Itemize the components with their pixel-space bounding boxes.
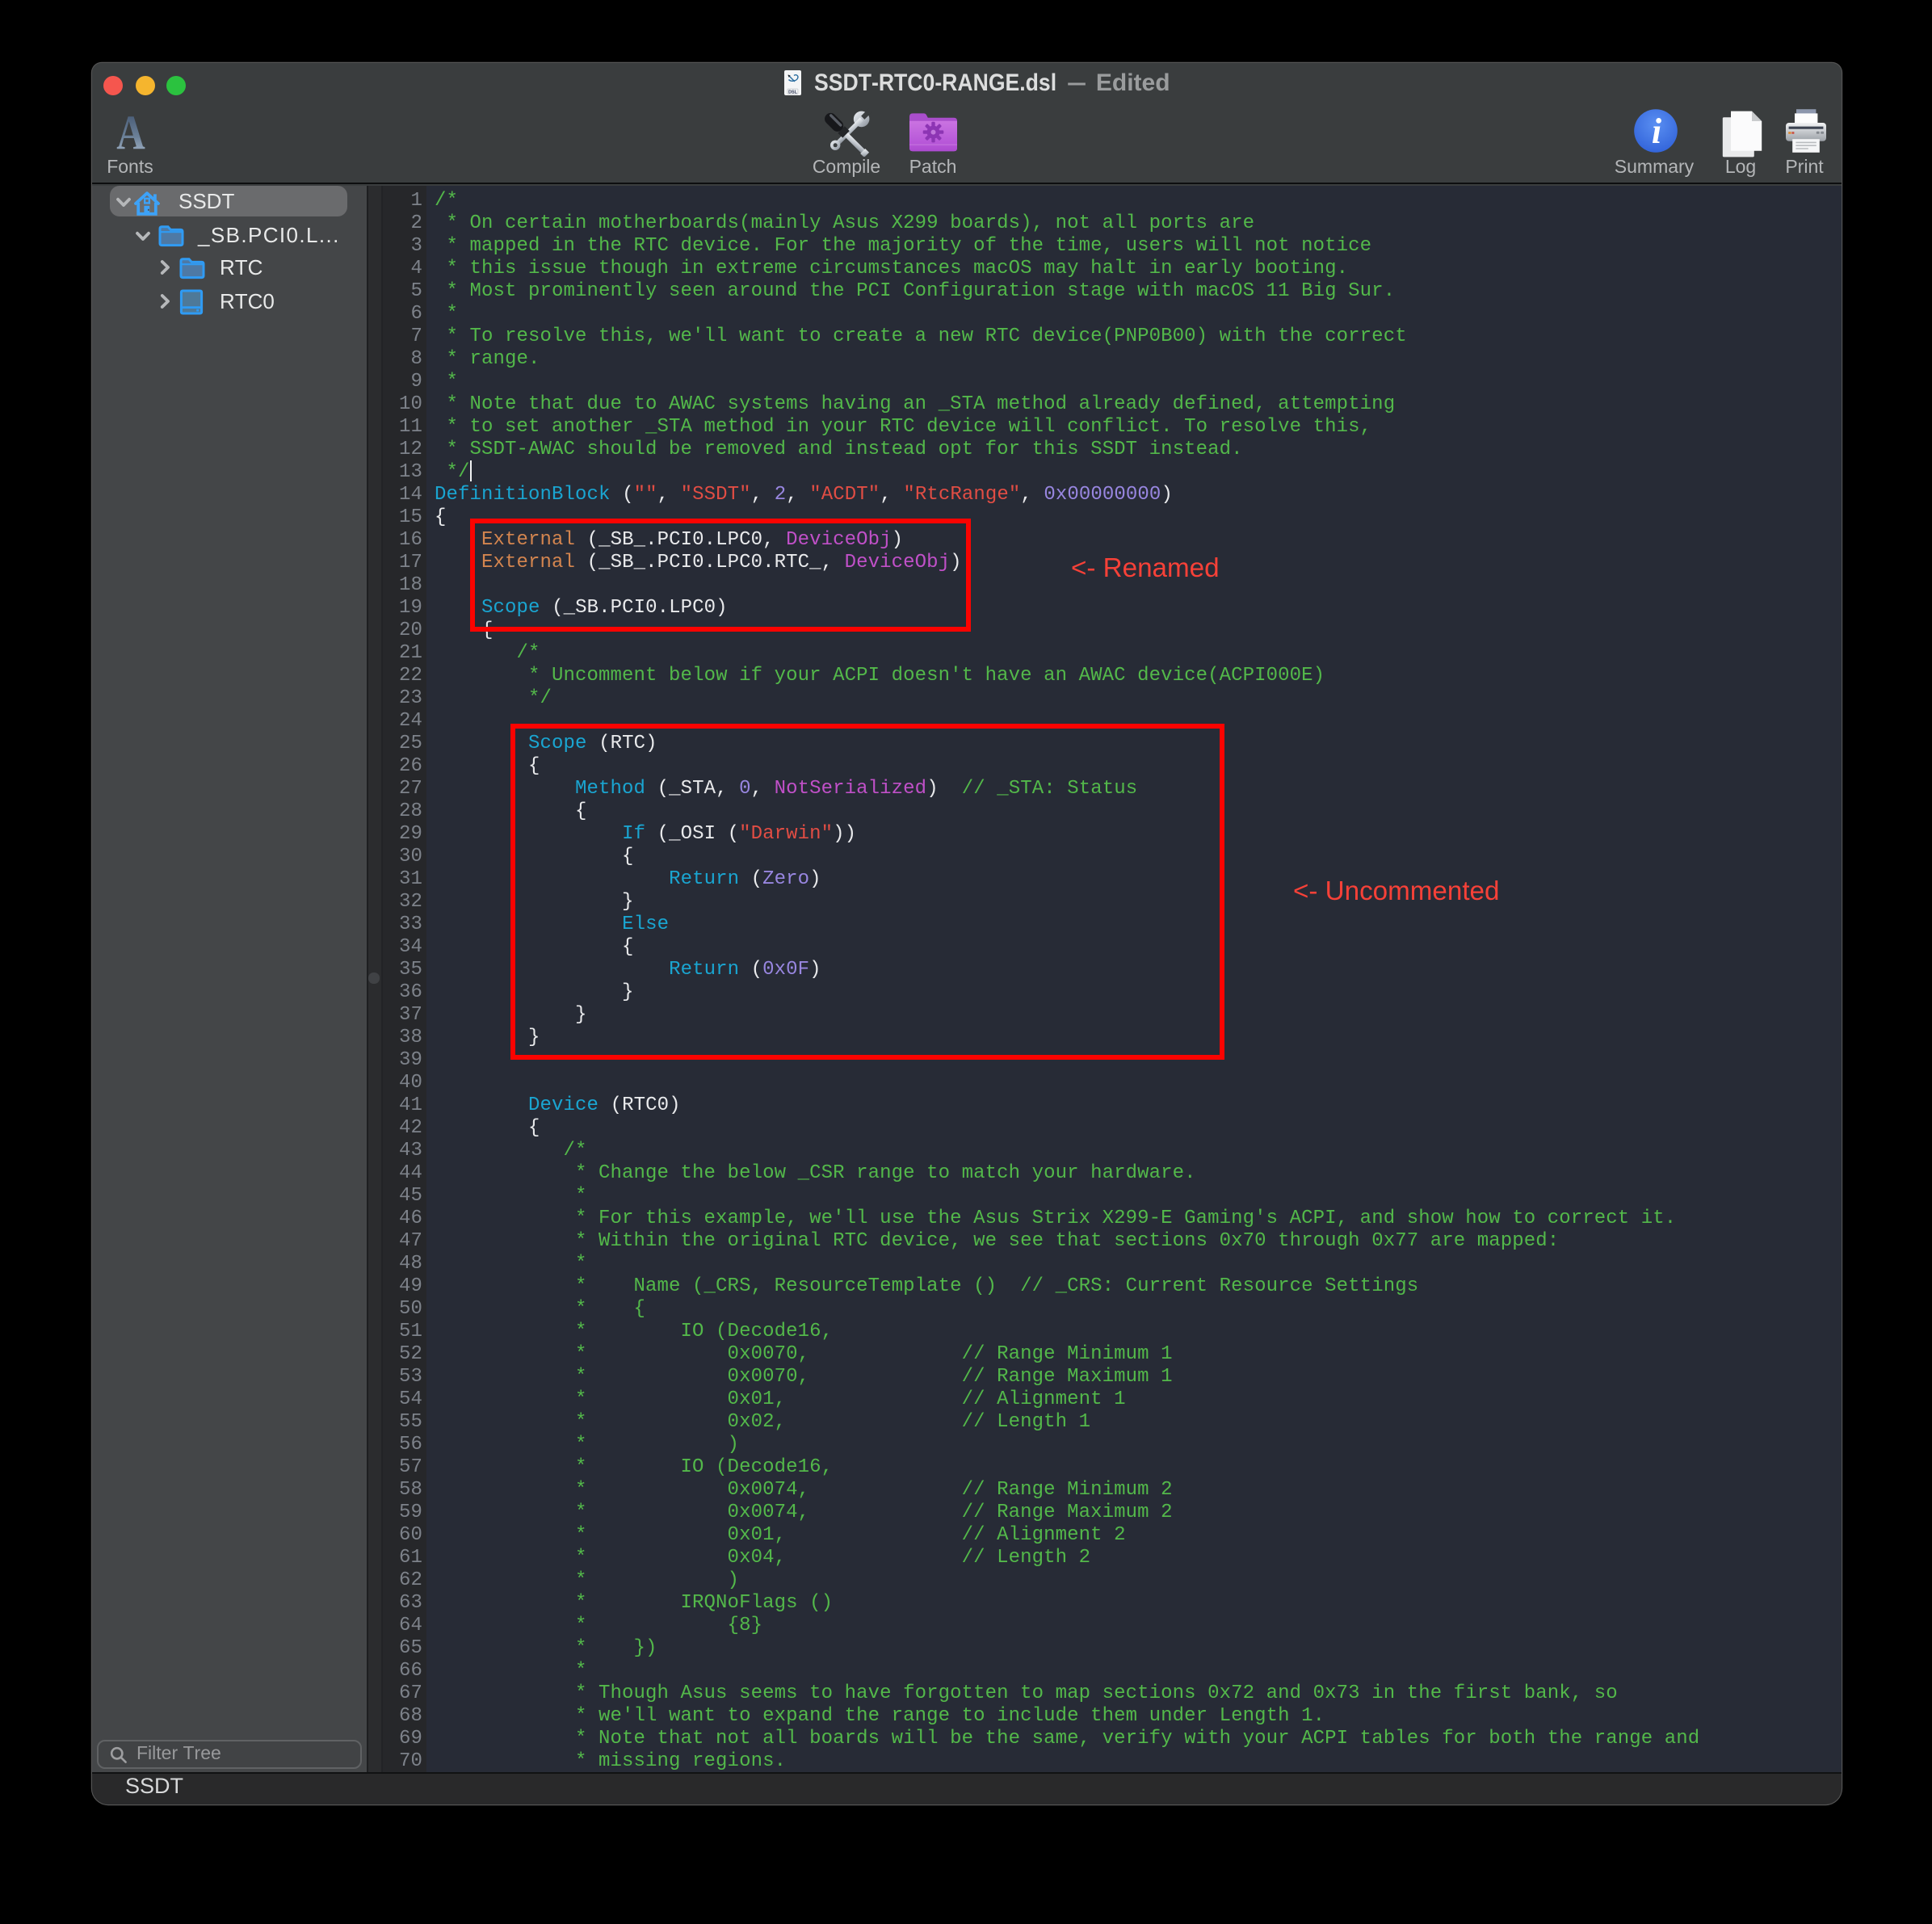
svg-text:DSL: DSL [788,90,796,95]
svg-text:i: i [1651,111,1661,151]
